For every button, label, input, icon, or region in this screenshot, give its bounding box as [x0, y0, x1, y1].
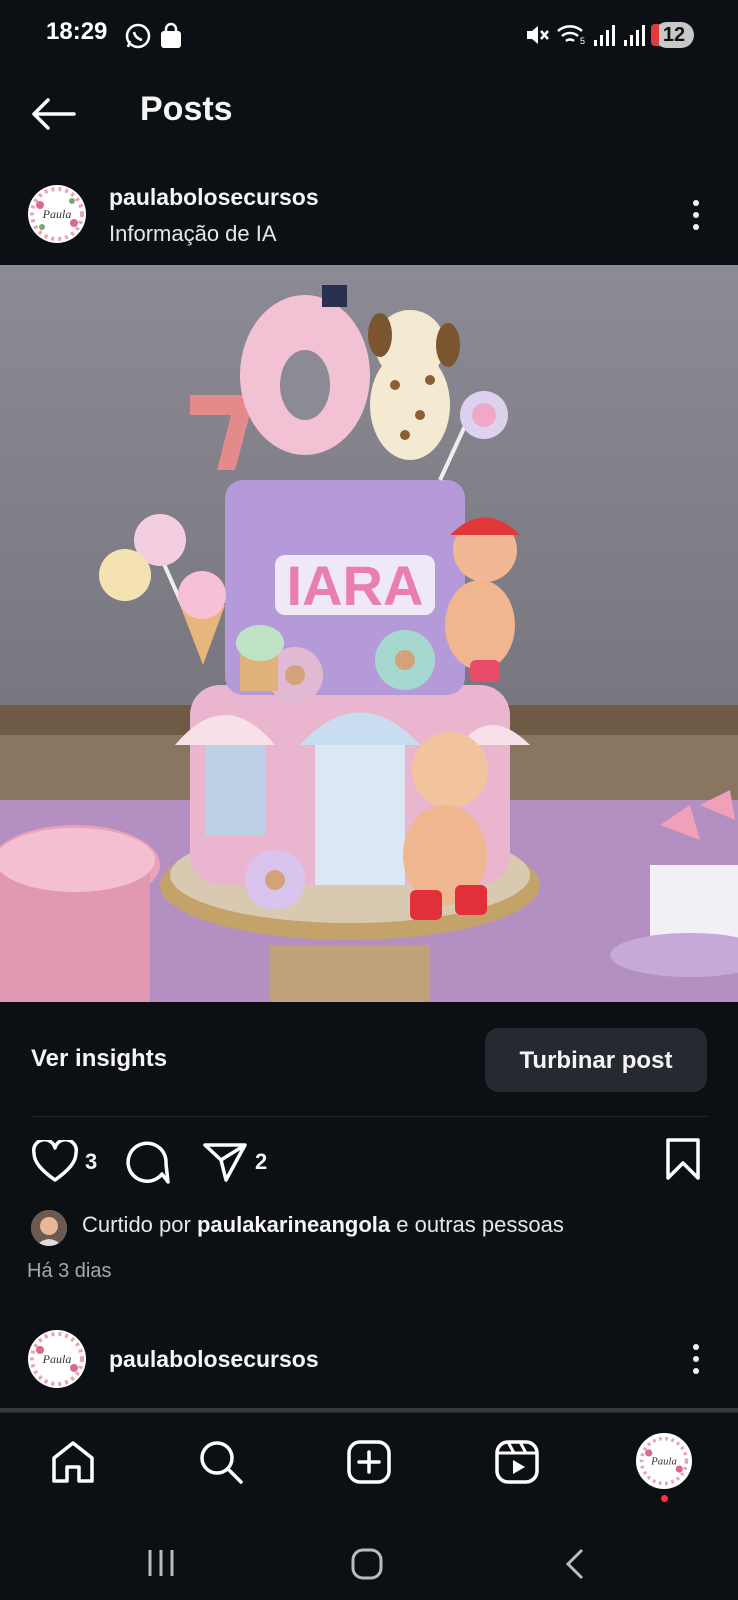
avatar[interactable]: Paula — [28, 185, 86, 243]
next-post-avatar-image: Paula — [29, 1331, 85, 1387]
battery-low-indicator — [651, 24, 659, 46]
liked-by-prefix: Curtido por — [82, 1212, 191, 1237]
share-icon[interactable] — [202, 1140, 248, 1184]
liker-avatar-image — [31, 1210, 67, 1246]
likes-count[interactable]: 3 — [85, 1149, 97, 1175]
next-avatar-logo-text: Paula — [42, 1352, 72, 1366]
profile-avatar-logo-text: Paula — [650, 1456, 677, 1468]
recent-apps-icon[interactable] — [145, 1548, 177, 1578]
signal-icon — [624, 25, 645, 46]
status-time: 18:29 — [46, 18, 108, 45]
bottom-navigation: Paula — [0, 1412, 738, 1523]
divider — [31, 1116, 707, 1117]
create-icon[interactable] — [346, 1439, 392, 1485]
next-post-more-options-icon[interactable] — [693, 1344, 699, 1380]
liked-by-user[interactable]: paulakarineangola — [197, 1212, 390, 1237]
heart-icon[interactable] — [31, 1140, 79, 1184]
post-photo[interactable]: IARA — [0, 265, 738, 1002]
system-navigation-bar — [0, 1522, 738, 1600]
shopping-bag-icon — [161, 22, 181, 48]
status-bar: 18:29 5 12 — [0, 0, 738, 70]
profile-avatar[interactable]: Paula — [636, 1433, 692, 1489]
post-username[interactable]: paulabolosecursos — [109, 184, 319, 211]
shares-count[interactable]: 2 — [255, 1149, 267, 1175]
notification-count-badge: 12 — [654, 22, 694, 48]
comment-icon[interactable] — [124, 1140, 170, 1186]
next-post-avatar[interactable]: Paula — [28, 1330, 86, 1388]
signal-icon — [594, 25, 615, 46]
bookmark-icon[interactable] — [664, 1137, 702, 1181]
more-options-icon[interactable] — [693, 200, 699, 236]
avatar-image: Paula — [29, 186, 85, 242]
avatar-logo-text: Paula — [42, 207, 72, 221]
notification-dot — [661, 1495, 668, 1502]
search-icon[interactable] — [198, 1439, 244, 1485]
profile-avatar-image: Paula — [638, 1435, 690, 1487]
page-title: Posts — [140, 90, 233, 128]
liked-by-suffix: e outras pessoas — [396, 1212, 564, 1237]
cake-name-text: IARA — [287, 554, 424, 617]
boost-post-button[interactable]: Turbinar post — [485, 1028, 707, 1092]
home-button-icon[interactable] — [350, 1548, 384, 1580]
cake-photo-image: IARA — [0, 265, 738, 1002]
liked-by-text[interactable]: Curtido por paulakarineangola e outras p… — [82, 1212, 564, 1238]
wifi-icon: 5 — [557, 25, 585, 46]
back-arrow-icon[interactable] — [30, 96, 76, 132]
system-back-icon[interactable] — [563, 1548, 587, 1580]
next-post-username[interactable]: paulabolosecursos — [109, 1346, 319, 1373]
whatsapp-icon — [125, 23, 151, 49]
svg-text:5: 5 — [580, 36, 585, 46]
post-subtitle[interactable]: Informação de IA — [109, 221, 277, 247]
post-timestamp: Há 3 dias — [27, 1260, 112, 1282]
liker-avatar[interactable] — [31, 1210, 67, 1246]
view-insights-link[interactable]: Ver insights — [31, 1045, 167, 1073]
mute-icon — [527, 26, 549, 44]
reels-icon[interactable] — [494, 1439, 540, 1485]
home-icon[interactable] — [50, 1439, 96, 1485]
